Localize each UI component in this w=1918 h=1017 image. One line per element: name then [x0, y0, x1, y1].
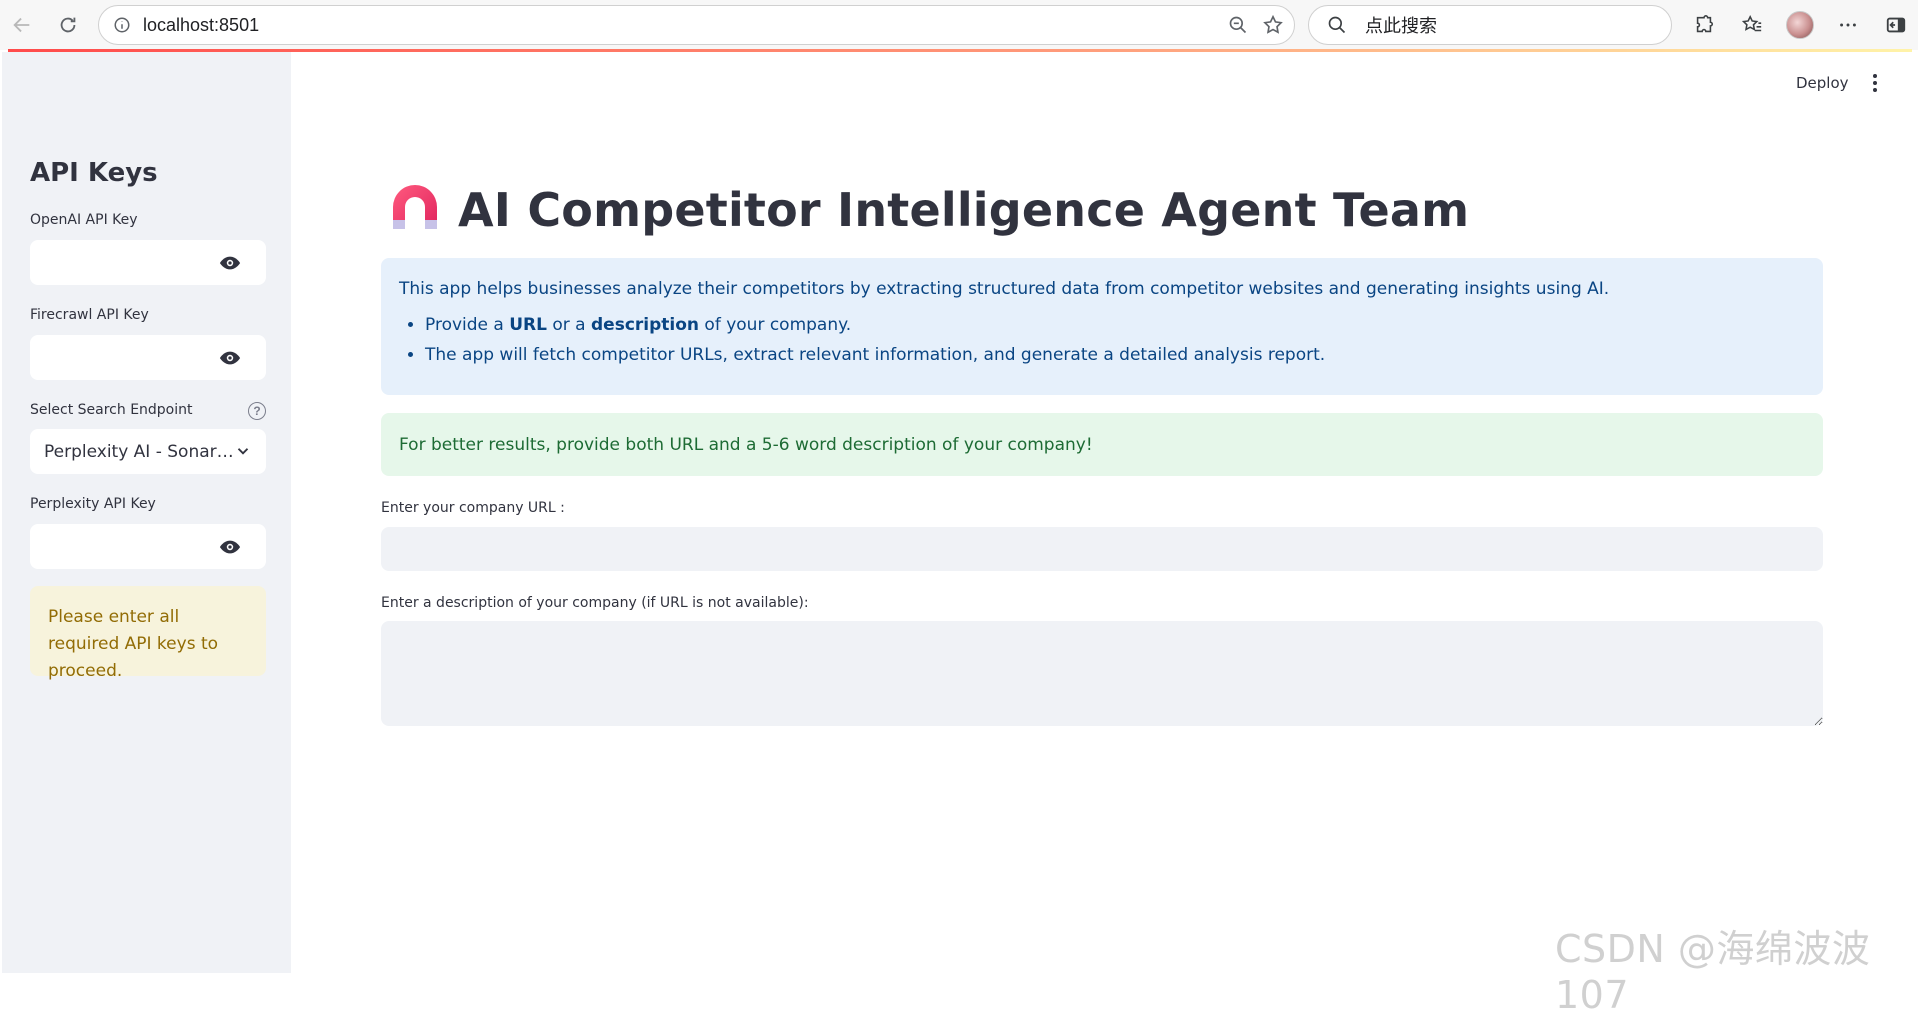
extensions-button[interactable]: [1680, 5, 1728, 45]
avatar: [1786, 11, 1814, 39]
firecrawl-key-field: [30, 335, 266, 380]
info-text: Provide a: [425, 315, 510, 335]
page-title-text: AI Competitor Intelligence Agent Team: [458, 183, 1470, 237]
deploy-button[interactable]: Deploy: [1796, 74, 1849, 92]
browser-toolbar: localhost:8501 点此搜索: [0, 0, 1918, 50]
puzzle-icon: [1696, 15, 1714, 33]
openai-key-input[interactable]: [30, 240, 220, 285]
address-bar[interactable]: localhost:8501: [98, 5, 1295, 45]
firecrawl-key-input[interactable]: [30, 335, 220, 380]
watermark: CSDN @海绵波波107: [1555, 927, 1871, 1017]
back-button[interactable]: [2, 5, 42, 45]
favorites-button[interactable]: [1728, 5, 1776, 45]
sidebar-title: API Keys: [30, 158, 158, 188]
firecrawl-key-label: Firecrawl API Key: [30, 307, 149, 323]
show-password-button[interactable]: [218, 536, 242, 558]
eye-icon: [219, 351, 241, 365]
openai-key-label: OpenAI API Key: [30, 212, 138, 228]
info-list-item: Provide a URL or a description of your c…: [425, 314, 1805, 336]
zoom-out-icon[interactable]: [1228, 15, 1248, 35]
search-endpoint-label: Select Search Endpoint: [30, 402, 193, 418]
browser-search-box[interactable]: 点此搜索: [1308, 5, 1672, 45]
info-intro: This app helps businesses analyze their …: [399, 279, 1610, 299]
info-icon: [114, 17, 130, 33]
info-text: or a: [546, 315, 591, 335]
info-list-item: The app will fetch competitor URLs, extr…: [425, 344, 1805, 366]
eye-icon: [219, 540, 241, 554]
main-menu-icon[interactable]: [1871, 72, 1879, 94]
sidebar-panel-icon: [1886, 17, 1906, 33]
info-list: Provide a URL or a description of your c…: [399, 314, 1805, 366]
reload-icon: [60, 17, 76, 33]
search-endpoint-select[interactable]: Perplexity AI - Sonar…: [30, 429, 266, 474]
company-description-label: Enter a description of your company (if …: [381, 595, 809, 611]
search-placeholder: 点此搜索: [1365, 16, 1437, 37]
streamlit-top-decoration: [8, 49, 1912, 52]
perplexity-key-input[interactable]: [30, 524, 220, 569]
more-menu-button[interactable]: [1824, 5, 1872, 45]
show-password-button[interactable]: [218, 347, 242, 369]
reload-button[interactable]: [48, 5, 88, 45]
more-horizontal-icon: [1840, 23, 1856, 27]
sidebar: API Keys OpenAI API Key Firecrawl API Ke…: [2, 52, 291, 973]
tip-text: For better results, provide both URL and…: [399, 434, 1093, 455]
company-description-input[interactable]: [381, 621, 1823, 726]
company-url-input[interactable]: [381, 527, 1823, 571]
search-icon: [1328, 16, 1346, 34]
openai-key-field: [30, 240, 266, 285]
arrow-left-icon: [13, 17, 30, 33]
info-box: This app helps businesses analyze their …: [381, 258, 1823, 395]
url-text: localhost:8501: [143, 14, 260, 35]
perplexity-key-label: Perplexity API Key: [30, 496, 156, 512]
help-icon[interactable]: ?: [248, 402, 266, 420]
info-bold-description: description: [591, 315, 700, 335]
favorites-icon: [1741, 14, 1762, 32]
chevron-down-icon: [237, 448, 249, 455]
magnet-icon: [393, 185, 437, 229]
sidebar-toggle-button[interactable]: [1872, 5, 1918, 45]
info-text: of your company.: [699, 315, 852, 335]
api-key-warning: Please enter all required API keys to pr…: [30, 586, 266, 681]
search-endpoint-value: Perplexity AI - Sonar…: [44, 441, 234, 462]
page-title: AI Competitor Intelligence Agent Team: [390, 182, 1469, 238]
show-password-button[interactable]: [218, 252, 242, 274]
company-url-label: Enter your company URL :: [381, 500, 565, 516]
star-icon[interactable]: [1262, 14, 1284, 36]
perplexity-key-field: [30, 524, 266, 569]
profile-button[interactable]: [1776, 5, 1824, 45]
tip-box: For better results, provide both URL and…: [381, 413, 1823, 476]
eye-icon: [219, 256, 241, 270]
info-bold-url: URL: [509, 315, 547, 335]
